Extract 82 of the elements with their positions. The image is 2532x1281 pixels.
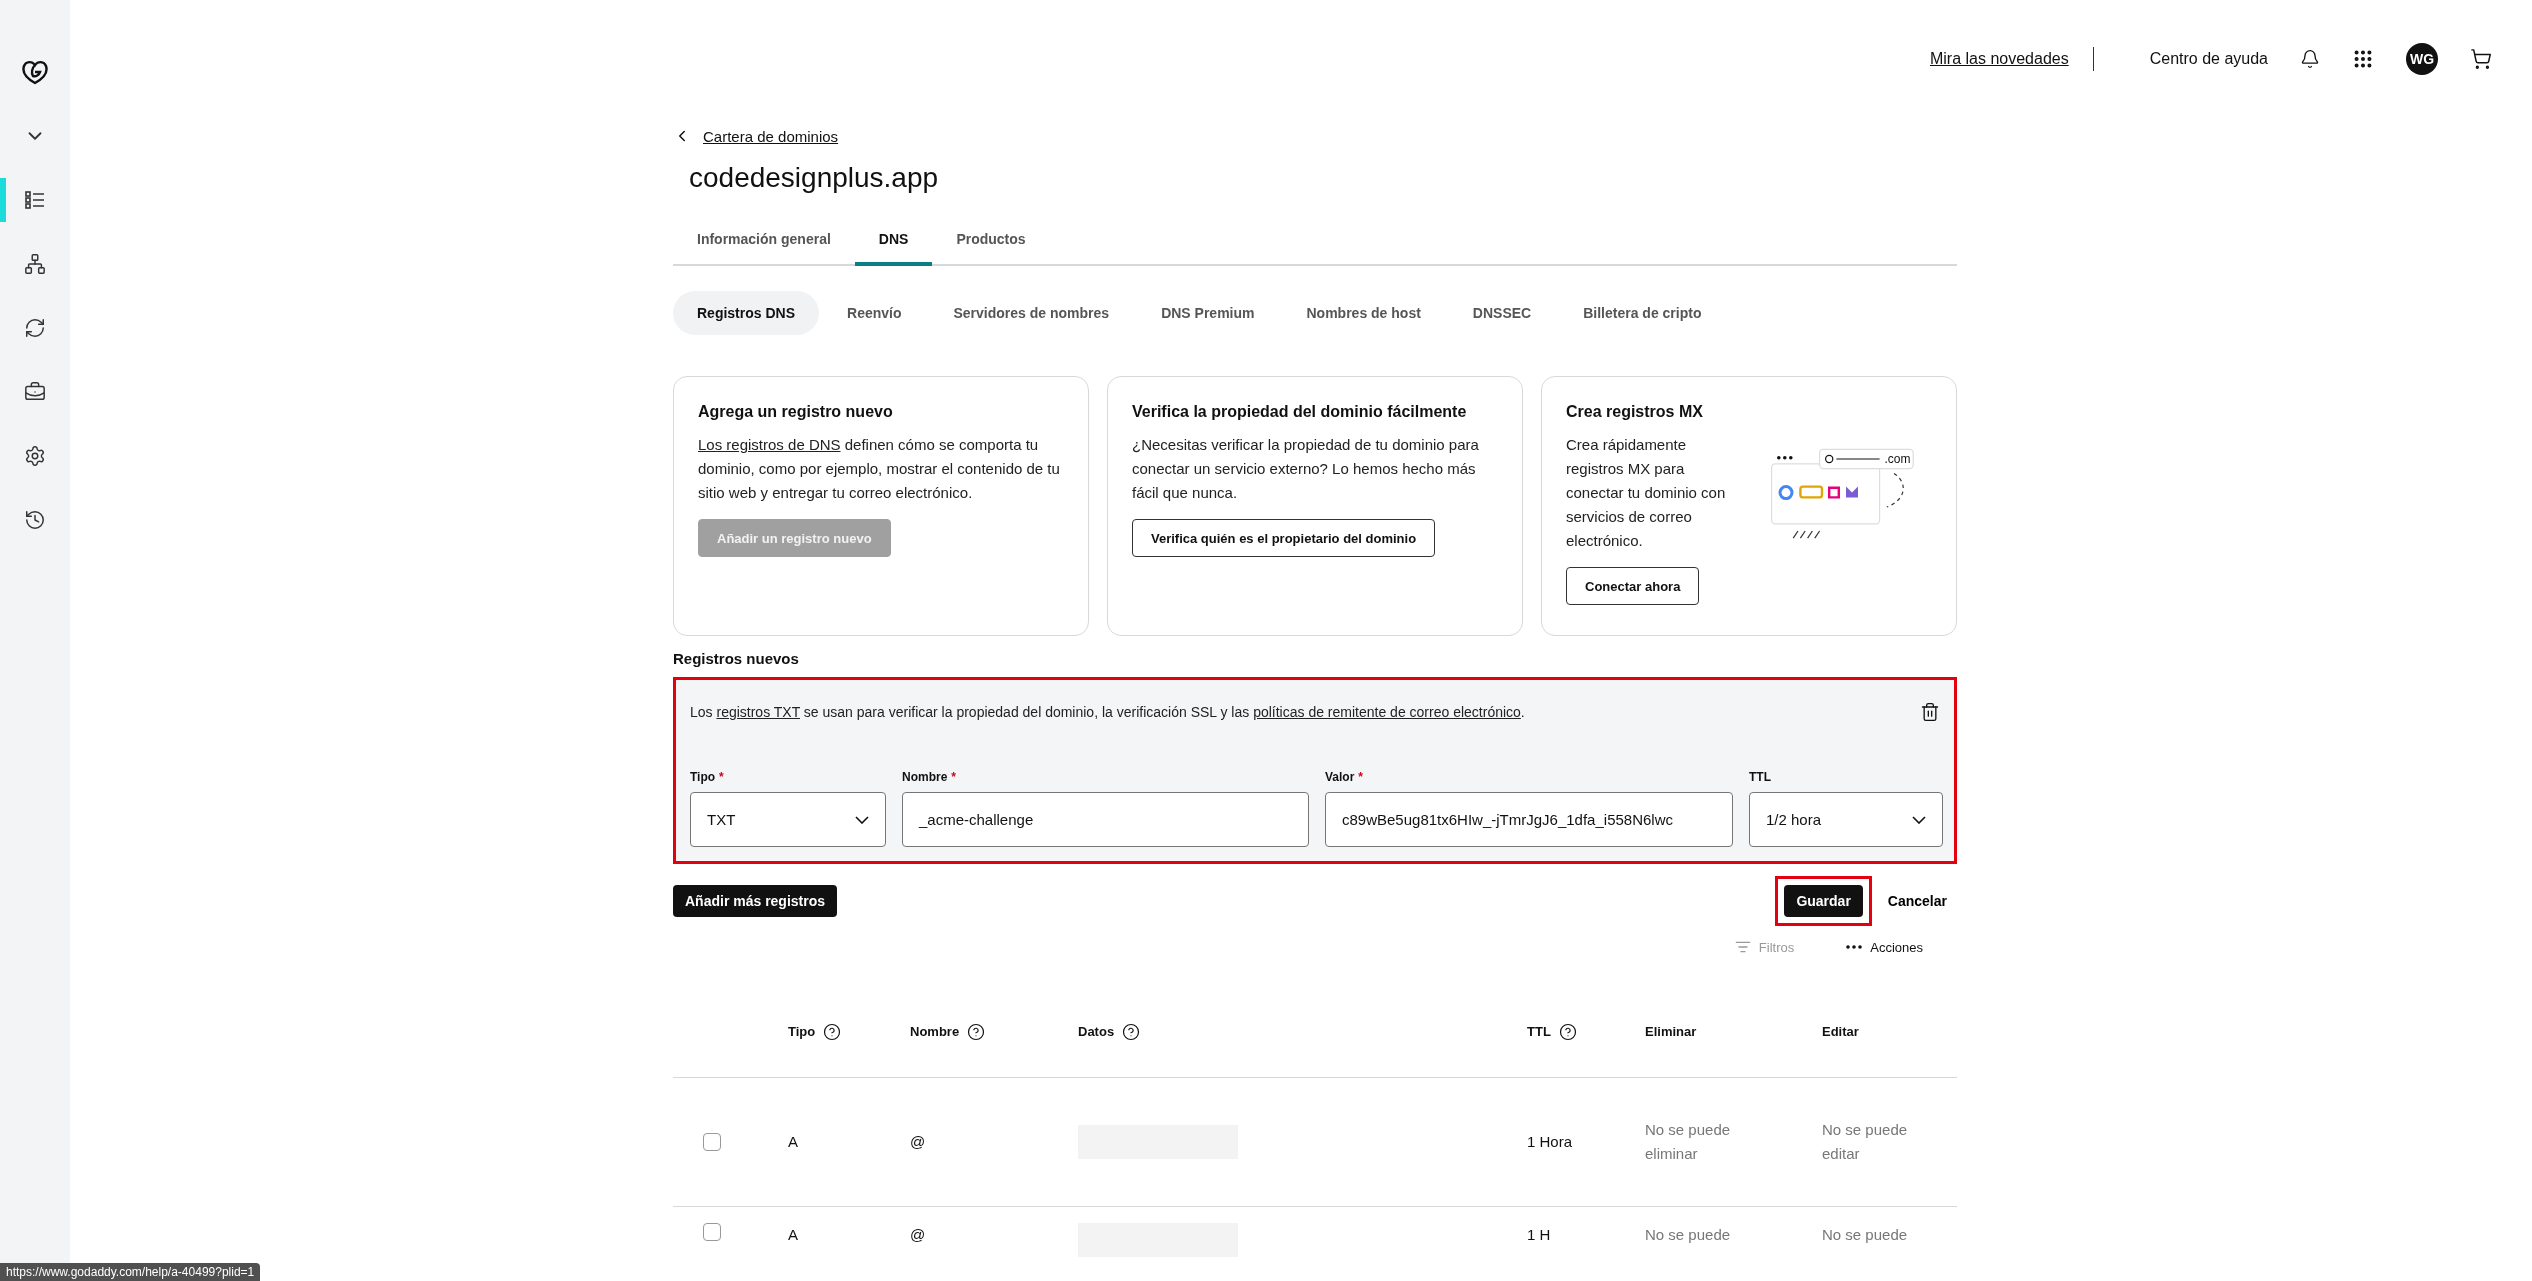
field-label: Valor — [1325, 770, 1355, 784]
page-title: codedesignplus.app — [689, 161, 940, 195]
table-cell-text: No se puede editar — [1822, 1120, 1909, 1164]
input-field[interactable]: c89wBe5ug81tx6HIw_-jTmrJgJ6_1dfa_i558N6lwc — [1325, 792, 1733, 847]
table-cell-text: 1 Hora — [1527, 1132, 1574, 1152]
table-cell-text: No se puede eliminar — [1645, 1120, 1732, 1164]
avatar[interactable]: WG — [2406, 43, 2438, 75]
column-header: Editar — [1822, 1024, 1859, 1039]
card-button[interactable]: Verifica quién es el propietario del dominio — [1132, 519, 1436, 557]
card-title: Crea registros MX — [1566, 403, 1704, 421]
save-button[interactable]: Guardar — [1784, 885, 1863, 917]
breadcrumb-link[interactable]: Cartera de dominios — [703, 127, 839, 145]
help-icon[interactable] — [1558, 1022, 1577, 1041]
settings-icon — [24, 445, 46, 467]
cart-icon[interactable] — [2470, 48, 2492, 70]
table-cell-text: No se puede — [1822, 1225, 1909, 1245]
tab[interactable]: DNS — [854, 216, 933, 266]
card-title: Verifica la propiedad del dominio fácilmente — [1132, 403, 1468, 421]
select-field[interactable]: 1/2 hora — [1749, 792, 1943, 847]
apps-grid-icon[interactable] — [2352, 48, 2374, 70]
sub-tab[interactable]: DNS Premium — [1137, 291, 1279, 335]
actions-button[interactable]: Acciones — [1840, 938, 1929, 956]
row-checkbox[interactable] — [703, 1223, 721, 1241]
add-more-button[interactable]: Añadir más registros — [673, 885, 838, 917]
select-field[interactable]: TXT — [690, 792, 886, 847]
help-center-link[interactable]: Centro de ayuda — [2149, 50, 2268, 68]
status-url: https://www.godaddy.com/help/a-40499?plid=1 — [0, 1263, 261, 1281]
field-label: Nombre — [902, 770, 948, 784]
logo-icon[interactable] — [21, 59, 49, 85]
row-checkbox[interactable] — [703, 1133, 721, 1151]
table-cell-text: A — [788, 1225, 799, 1245]
table-cell-text: @ — [910, 1225, 927, 1245]
domain-label: .com — [1884, 451, 1911, 466]
briefcase-icon — [24, 381, 46, 403]
sub-tab[interactable]: Nombres de host — [1282, 291, 1445, 335]
list-icon — [24, 189, 46, 211]
info-text: Los registros TXT se usan para verificar la propiedad del dominio, la verificación SSL y las políticas de remitente de correo electrónico. — [690, 704, 1525, 720]
table-cell-text: No se puede — [1645, 1225, 1732, 1245]
filter-icon — [1734, 939, 1751, 955]
link[interactable]: Los registros de DNS — [698, 436, 841, 453]
table-cell-text: @ — [910, 1132, 927, 1152]
column-header: Eliminar — [1645, 1024, 1697, 1039]
history-icon — [24, 509, 46, 531]
card-button[interactable]: Conectar ahora — [1566, 567, 1700, 605]
column-header: Nombre — [910, 1024, 960, 1039]
table-cell-text: 1 H — [1527, 1225, 1552, 1245]
input-field[interactable]: _acme-challenge — [902, 792, 1309, 847]
more-icon — [1846, 945, 1863, 949]
column-header: Tipo — [788, 1024, 816, 1039]
help-icon[interactable] — [967, 1022, 986, 1041]
column-header: Datos — [1078, 1024, 1115, 1039]
sitemap-icon — [24, 253, 46, 275]
table-cell-text: A — [788, 1132, 799, 1152]
link[interactable]: políticas de remitente de correo electrónico — [1253, 704, 1521, 720]
card-title: Agrega un registro nuevo — [698, 403, 894, 421]
card-text: Crea rápidamente registros MX para conectar tu dominio con servicios de correo electrónico. — [1566, 435, 1727, 551]
sub-tab[interactable]: Registros DNS — [673, 291, 820, 335]
sub-tab[interactable]: Billetera de cripto — [1559, 291, 1726, 335]
help-icon[interactable] — [823, 1022, 842, 1041]
card-text: ¿Necesitas verificar la propiedad de tu dominio para conectar un servicio externo? Lo hemos hecho más fácil que nunca. — [1132, 435, 1480, 503]
sub-tab[interactable]: Reenvío — [823, 291, 926, 335]
whats-new-link[interactable]: Mira las novedades — [1929, 47, 2094, 71]
field-label: TTL — [1749, 770, 1771, 784]
sub-tab[interactable]: Servidores de nombres — [929, 291, 1134, 335]
sub-tab[interactable]: DNSSEC — [1448, 291, 1556, 335]
section-heading: Registros nuevos — [673, 650, 800, 667]
required-mark: * — [951, 770, 956, 784]
link[interactable]: registros TXT — [716, 704, 800, 720]
refresh-icon — [24, 317, 46, 339]
card-text: Los registros de DNS definen cómo se comporta tu dominio, como por ejemplo, mostrar el contenido de tu sitio web y entregar tu correo electrónico. — [698, 435, 1061, 503]
chevron-down-icon — [855, 815, 869, 824]
required-mark: * — [1358, 770, 1364, 784]
tab[interactable]: Información general — [673, 216, 855, 266]
column-header: TTL — [1527, 1024, 1551, 1039]
help-icon[interactable] — [1122, 1022, 1141, 1041]
bell-icon[interactable] — [2300, 49, 2320, 69]
cancel-button[interactable]: Cancelar — [1881, 892, 1953, 910]
field-label: Tipo — [690, 770, 716, 784]
chevron-down-icon — [1912, 815, 1926, 824]
tab[interactable]: Productos — [932, 216, 1050, 266]
trash-icon[interactable] — [1920, 702, 1940, 722]
required-mark: * — [719, 770, 724, 784]
